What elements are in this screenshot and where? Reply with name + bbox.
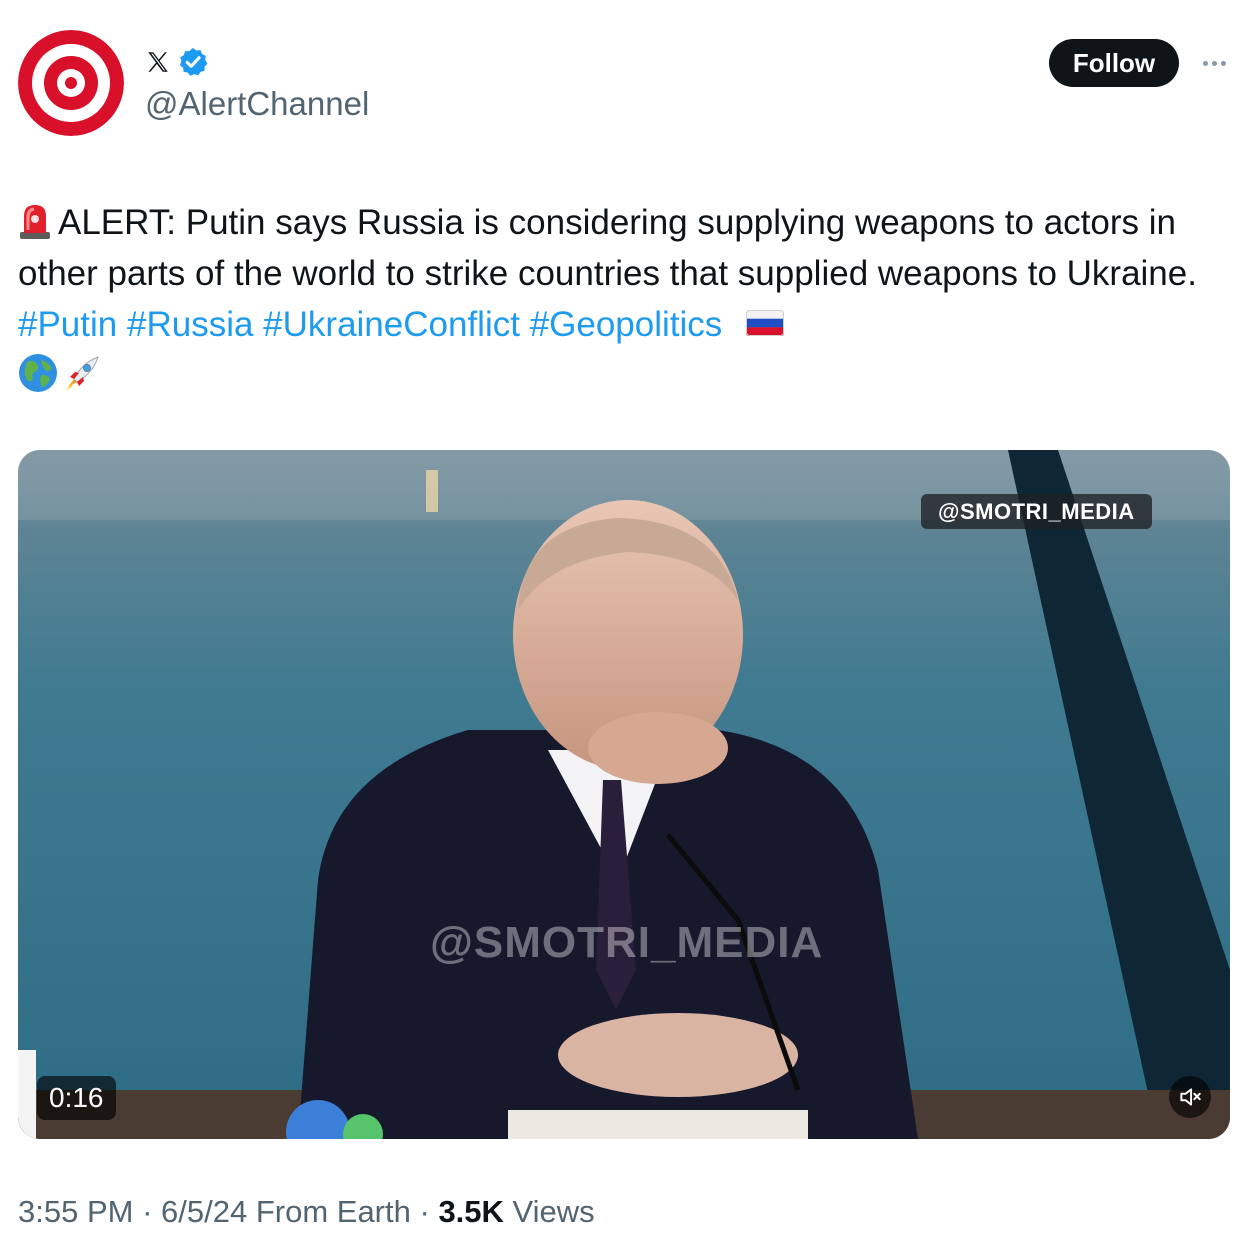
hashtag-ukraine-conflict[interactable]: #UkraineConflict xyxy=(263,305,520,344)
author-name-row[interactable] xyxy=(145,42,209,82)
more-options-icon[interactable] xyxy=(1196,50,1232,76)
video-player[interactable]: @SMOTRI_MEDIA @SMOTRI_MEDIA 0:16 xyxy=(18,450,1230,1139)
speaker-glyph xyxy=(1180,1088,1201,1106)
follow-button[interactable]: Follow xyxy=(1049,39,1179,87)
views-label: Views xyxy=(503,1194,595,1229)
rotating-light-emoji xyxy=(20,205,50,239)
globe-emoji xyxy=(19,354,57,392)
watermark-center: @SMOTRI_MEDIA xyxy=(430,918,824,967)
author-avatar[interactable] xyxy=(18,30,124,136)
x-logo-icon xyxy=(148,52,168,72)
watermark-tag: @SMOTRI_MEDIA xyxy=(921,494,1152,529)
author-identity xyxy=(145,42,209,82)
video-duration-badge: 0:16 xyxy=(37,1076,116,1120)
tweet-body: ALERT: Putin says Russia is considering … xyxy=(18,203,1197,293)
tweet-text: ALERT: Putin says Russia is considering … xyxy=(18,197,1233,401)
speaker-muted-icon[interactable] xyxy=(1169,1076,1211,1118)
hashtag-putin[interactable]: #Putin xyxy=(18,305,117,344)
author-handle[interactable]: @AlertChannel xyxy=(145,84,369,124)
views-count: 3.5K xyxy=(438,1194,504,1229)
tweet-time[interactable]: 3:55 PM xyxy=(18,1194,133,1229)
tweet-source: From Earth xyxy=(247,1194,411,1229)
video-frame xyxy=(18,450,1230,1139)
rocket-emoji xyxy=(66,356,99,390)
verified-badge-icon xyxy=(179,48,208,76)
hashtag-russia[interactable]: #Russia xyxy=(127,305,253,344)
meta-separator: · xyxy=(410,1194,439,1229)
tweet-meta: 3:55 PM · 6/5/24 From Earth · 3.5K Views xyxy=(18,1190,595,1234)
hashtag-geopolitics[interactable]: #Geopolitics xyxy=(530,305,723,344)
meta-separator: · xyxy=(133,1194,162,1229)
tweet-date[interactable]: 6/5/24 xyxy=(161,1194,247,1229)
russia-flag-emoji xyxy=(746,310,785,336)
